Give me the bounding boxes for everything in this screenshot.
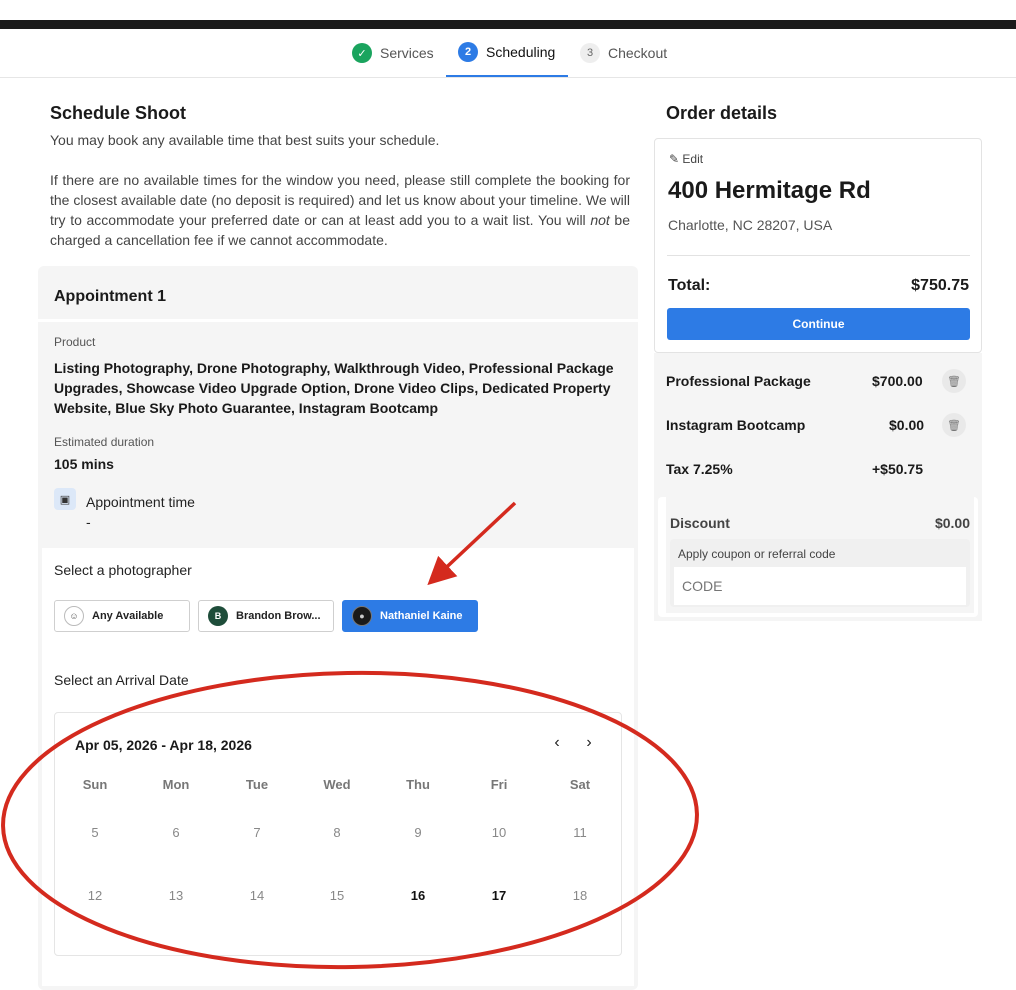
discount-value: $0.00 [934, 515, 970, 531]
discount-box: Discount $0.00 Apply coupon or referral … [658, 497, 978, 617]
trash-icon[interactable]: 🗑 [942, 413, 966, 437]
appointment-time-value: - [86, 514, 91, 530]
continue-button[interactable]: Continue [667, 308, 970, 340]
duration-value: 105 mins [54, 456, 114, 472]
trash-icon[interactable]: 🗑 [942, 369, 966, 393]
tax-value: +$50.75 [872, 461, 923, 477]
calendar-day: 8 [333, 825, 341, 840]
step-label: Scheduling [486, 44, 556, 60]
calendar-day: 12 [87, 888, 103, 903]
photographer-label: Select a photographer [54, 562, 192, 578]
tax-label: Tax 7.25% [666, 461, 733, 477]
weekday-header: Sun [82, 777, 108, 792]
order-summary-card: ✎ Edit 400 Hermitage Rd Charlotte, NC 28… [654, 138, 982, 353]
edit-link[interactable]: ✎ Edit [669, 152, 703, 166]
date-range: Apr 05, 2026 - Apr 18, 2026 [75, 737, 252, 753]
weekday-header: Sat [569, 777, 591, 792]
calendar-day: 7 [253, 825, 261, 840]
line-item-name: Professional Package [666, 373, 811, 389]
calendar-day: 9 [414, 825, 422, 840]
photographer-name: Any Available [92, 610, 164, 622]
property-city: Charlotte, NC 28207, USA [668, 217, 833, 233]
chevron-left-icon[interactable]: ‹ [547, 733, 567, 753]
discount-panel: Discount $0.00 Apply coupon or referral … [666, 497, 974, 613]
coupon-input[interactable] [674, 567, 966, 605]
info-text-emphasis: not [590, 212, 610, 228]
avatar: ● [352, 606, 372, 626]
divider [667, 255, 970, 256]
step-label: Checkout [608, 45, 668, 61]
total-label: Total: [668, 277, 711, 294]
step-checkout[interactable]: 3 Checkout [580, 29, 667, 77]
pencil-icon: ✎ [669, 152, 680, 166]
product-label: Product [54, 335, 96, 349]
avatar: B [208, 606, 228, 626]
top-bar [0, 20, 1016, 29]
page-title: Schedule Shoot [50, 103, 187, 123]
chevron-right-icon[interactable]: › [579, 733, 599, 753]
calendar-day: 14 [249, 888, 265, 903]
schedule-info-text: If there are no available times for the … [50, 170, 630, 250]
photographer-name: Brandon Brow... [236, 610, 321, 622]
appointment-panel: Appointment 1 Product Listing Photograph… [38, 266, 638, 990]
date-picker: Apr 05, 2026 - Apr 18, 2026 ‹ › Sun Mon … [54, 712, 622, 956]
line-item-price: $0.00 [889, 417, 925, 433]
coupon-label: Apply coupon or referral code [678, 547, 836, 561]
step-scheduling[interactable]: 2 Scheduling [446, 29, 568, 77]
photographer-any-available[interactable]: ☺ Any Available [54, 600, 190, 632]
calendar-day: 5 [91, 825, 99, 840]
weekday-header: Mon [162, 777, 190, 792]
calendar-day-available[interactable]: 17 [469, 888, 529, 903]
calendar-icon: ▣ [54, 488, 76, 510]
edit-label: Edit [682, 152, 704, 166]
appointment-header: Appointment 1 [38, 266, 638, 322]
order-details-title: Order details [666, 103, 778, 123]
step-services[interactable]: ✓ Services [352, 29, 434, 77]
coupon-field: Apply coupon or referral code [670, 539, 970, 607]
user-icon: ☺ [64, 606, 84, 626]
checkout-stepper: ✓ Services 2 Scheduling 3 Checkout [0, 29, 1016, 78]
calendar-day: 13 [168, 888, 184, 903]
weekday-header: Wed [323, 777, 351, 792]
weekday-header: Thu [406, 777, 430, 792]
total-value: $750.75 [911, 277, 969, 294]
calendar-day: 11 [573, 825, 587, 840]
info-text-start: If there are no available times for the … [50, 172, 630, 228]
step-label: Services [380, 45, 434, 61]
duration-label: Estimated duration [54, 435, 155, 449]
calendar-day: 18 [572, 888, 588, 903]
calendar-day: 10 [491, 825, 507, 840]
property-address: 400 Hermitage Rd [668, 177, 871, 204]
calendar-day: 6 [172, 825, 180, 840]
weekday-header: Tue [245, 777, 269, 792]
photographer-name: Nathaniel Kaine [380, 610, 463, 622]
line-item-price: $700.00 [872, 373, 923, 389]
discount-label: Discount [670, 515, 730, 531]
step-number: 3 [580, 43, 600, 63]
check-icon: ✓ [352, 43, 372, 63]
photographer-nathaniel[interactable]: ● Nathaniel Kaine [342, 600, 478, 632]
calendar-day: 15 [329, 888, 345, 903]
product-value: Listing Photography, Drone Photography, … [54, 360, 614, 416]
photographer-brandon[interactable]: B Brandon Brow... [198, 600, 334, 632]
weekday-header: Fri [490, 777, 508, 792]
arrival-date-label: Select an Arrival Date [54, 672, 189, 688]
calendar-day-available[interactable]: 16 [388, 888, 448, 903]
order-line-items: Professional Package $700.00 🗑 Instagram… [654, 353, 982, 621]
line-item-name: Instagram Bootcamp [666, 417, 806, 433]
booking-section: Select a photographer ☺ Any Available B … [42, 548, 634, 986]
appointment-time-label: Appointment time [86, 494, 195, 510]
page-subtitle: You may book any available time that bes… [50, 132, 440, 148]
step-number: 2 [458, 42, 478, 62]
appointment-title: Appointment 1 [54, 288, 166, 305]
